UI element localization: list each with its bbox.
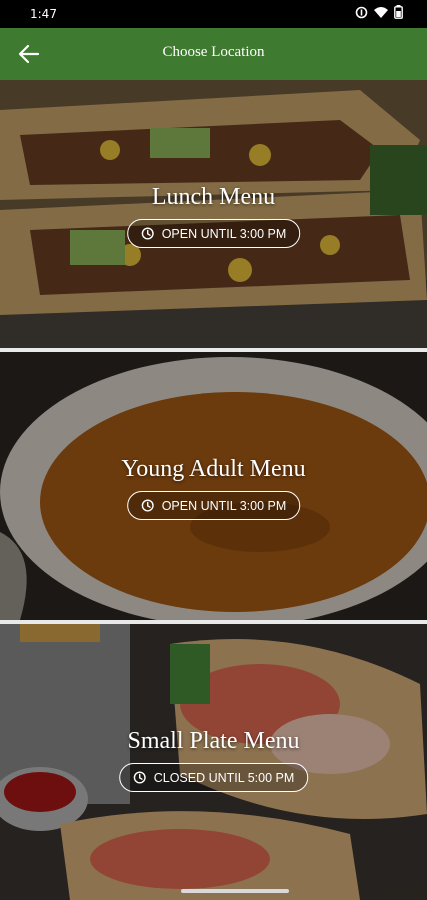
status-icons bbox=[355, 5, 403, 19]
data-saver-icon bbox=[355, 6, 368, 18]
hours-badge: OPEN UNTIL 3:00 PM bbox=[126, 491, 301, 520]
hours-text: OPEN UNTIL 3:00 PM bbox=[161, 498, 287, 513]
image-overlay bbox=[0, 352, 427, 620]
image-overlay bbox=[0, 80, 427, 348]
clock-icon bbox=[133, 771, 146, 784]
menu-card-small-plate[interactable]: Small Plate Menu CLOSED UNTIL 5:00 PM bbox=[0, 624, 427, 900]
page-title: Choose Location bbox=[162, 44, 265, 60]
menu-card-lunch[interactable]: Lunch Menu OPEN UNTIL 3:00 PM bbox=[0, 80, 427, 348]
hours-badge: OPEN UNTIL 3:00 PM bbox=[126, 219, 301, 248]
menu-title: Small Plate Menu bbox=[127, 728, 300, 754]
hours-text: CLOSED UNTIL 5:00 PM bbox=[153, 770, 295, 785]
gesture-nav-handle[interactable] bbox=[181, 889, 289, 893]
status-time: 1:47 bbox=[30, 7, 57, 21]
menu-title: Young Adult Menu bbox=[121, 456, 306, 482]
clock-icon bbox=[141, 227, 154, 240]
wifi-icon bbox=[374, 6, 388, 18]
menu-card-young-adult[interactable]: Young Adult Menu OPEN UNTIL 3:00 PM bbox=[0, 352, 427, 620]
hours-badge: CLOSED UNTIL 5:00 PM bbox=[118, 763, 309, 792]
hours-text: OPEN UNTIL 3:00 PM bbox=[161, 226, 287, 241]
image-overlay bbox=[0, 624, 427, 900]
app-bar: Choose Location bbox=[0, 28, 427, 80]
status-bar: 1:47 bbox=[0, 0, 427, 28]
clock-icon bbox=[141, 499, 154, 512]
menu-title: Lunch Menu bbox=[151, 184, 276, 210]
battery-icon bbox=[394, 5, 403, 19]
